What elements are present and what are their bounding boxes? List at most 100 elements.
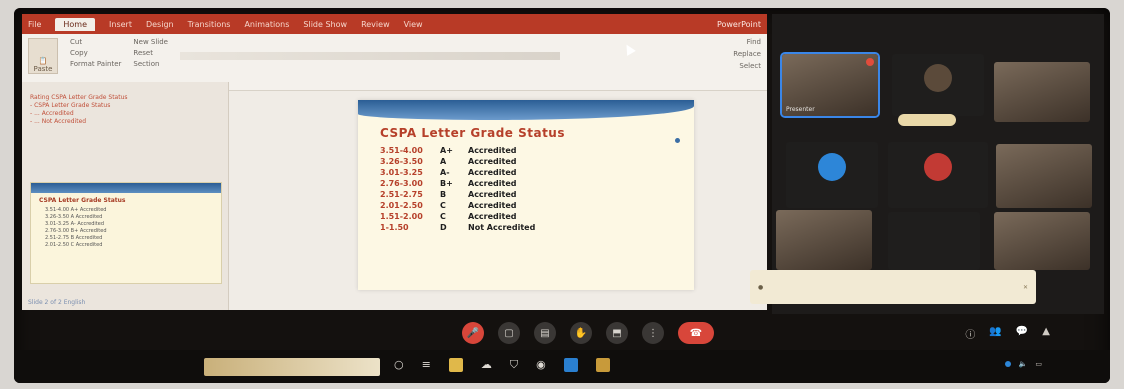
call-controls: 🎤 ▢ ▤ ✋ ⬒ ⋮ ☎ xyxy=(462,322,714,344)
select-button[interactable]: Select xyxy=(733,62,761,70)
search-icon[interactable]: ○ xyxy=(394,358,404,372)
grade-status: Accredited xyxy=(468,179,517,188)
mic-off-button[interactable]: 🎤 xyxy=(462,322,484,344)
grade-row: 2.51-2.75 B Accredited xyxy=(380,189,694,200)
store-icon[interactable]: ⛉ xyxy=(510,358,518,372)
file-explorer-icon[interactable] xyxy=(448,358,463,372)
document-title: PowerPoint xyxy=(716,19,761,29)
taskbar-search-input[interactable] xyxy=(204,358,380,376)
grade-letter: B xyxy=(440,190,447,199)
tab-file[interactable]: File xyxy=(28,20,41,29)
slide-thumbnail[interactable]: CSPA Letter Grade Status 3.51-4.00 A+ Ac… xyxy=(30,182,222,284)
activities-icon[interactable]: ▲ xyxy=(1042,326,1050,341)
participant-tile[interactable] xyxy=(888,212,980,270)
tab-home[interactable]: Home xyxy=(55,17,96,31)
slide-title: CSPA Letter Grade Status xyxy=(380,126,565,140)
tab-view[interactable]: View xyxy=(404,20,423,29)
captions-button[interactable]: ▤ xyxy=(534,322,556,344)
grade-letter: C xyxy=(440,201,446,210)
participant-tile[interactable] xyxy=(776,210,872,270)
present-button[interactable]: ⬒ xyxy=(606,322,628,344)
raise-hand-button[interactable]: ✋ xyxy=(570,322,592,344)
grade-row: 2.76-3.00 B+ Accredited xyxy=(380,178,694,189)
participant-tile[interactable] xyxy=(892,54,984,116)
paste-button[interactable]: 📋 Paste xyxy=(28,38,58,74)
system-tray: 🔈 ▭ xyxy=(1004,360,1050,368)
close-icon[interactable]: ✕ xyxy=(1023,284,1028,291)
font-formatting-toolbar[interactable] xyxy=(179,52,560,60)
cut-button[interactable]: Cut xyxy=(70,38,121,46)
tab-review[interactable]: Review xyxy=(361,20,390,29)
thumbnail-row: 3.51-4.00 A+ Accredited xyxy=(45,207,107,213)
grade-status: Accredited xyxy=(468,168,517,177)
grade-table: 3.51-4.00 A+ Accredited 3.26-3.50 A Accredite… xyxy=(358,145,694,233)
network-icon[interactable] xyxy=(1004,361,1011,367)
task-view-icon[interactable]: ≡ xyxy=(422,358,431,372)
slide-header-wave xyxy=(358,100,694,120)
copy-button[interactable]: Copy xyxy=(70,49,121,57)
main-slide[interactable]: CSPA Letter Grade Status 3.51-4.00 A+ Accr… xyxy=(358,100,694,290)
camera-button[interactable]: ▢ xyxy=(498,322,520,344)
meeting-control-bar: 🎤 ▢ ▤ ✋ ⬒ ⋮ ☎ ⓘ 👥 💬 ▲ xyxy=(14,318,1110,348)
files-icon[interactable] xyxy=(595,358,610,372)
tab-transitions[interactable]: Transitions xyxy=(188,20,231,29)
grade-range: 3.01-3.25 xyxy=(380,168,423,177)
participant-tile[interactable]: Presenter xyxy=(782,54,878,116)
participant-tile[interactable] xyxy=(996,144,1092,208)
new-slide-button[interactable]: New Slide xyxy=(133,38,168,46)
volume-icon[interactable]: 🔈 xyxy=(1019,360,1028,368)
chat-icon[interactable]: 💬 xyxy=(1016,326,1028,341)
status-bar-text: Slide 2 of 2 English xyxy=(28,299,86,306)
more-options-button[interactable]: ⋮ xyxy=(642,322,664,344)
participant-tile[interactable] xyxy=(888,142,988,208)
info-icon[interactable]: ⓘ xyxy=(965,326,975,341)
grade-status: Accredited xyxy=(468,157,517,166)
section-button[interactable]: Section xyxy=(133,60,168,68)
replace-button[interactable]: Replace xyxy=(733,50,761,58)
grade-status: Accredited xyxy=(468,212,517,221)
participant-tile[interactable] xyxy=(786,142,878,208)
slide-bullet-marker xyxy=(675,138,680,143)
camera-icon: ▢ xyxy=(504,327,514,339)
grade-status: Accredited xyxy=(468,190,517,199)
grade-row: 1.51-2.00 C Accredited xyxy=(380,211,694,222)
notification-icon: ● xyxy=(758,283,764,291)
grade-letter: D xyxy=(440,223,447,232)
grade-range: 2.01-2.50 xyxy=(380,201,423,210)
edge-icon[interactable]: ☁ xyxy=(481,358,492,372)
slide-thumbnail-pane: Rating CSPA Letter Grade Status - CSPA L… xyxy=(22,82,229,310)
thumbnail-title: CSPA Letter Grade Status xyxy=(39,197,126,204)
side-controls: ⓘ 👥 💬 ▲ xyxy=(965,326,1050,341)
chrome-icon[interactable]: ◉ xyxy=(536,358,546,372)
slides-group: New Slide Reset Section xyxy=(133,38,168,68)
hand-icon: ✋ xyxy=(574,327,588,339)
present-icon: ⬒ xyxy=(612,327,622,339)
tab-slide-show[interactable]: Slide Show xyxy=(303,20,347,29)
participant-tile[interactable] xyxy=(994,212,1090,270)
phone-hangup-icon: ☎ xyxy=(689,327,703,339)
format-painter-button[interactable]: Format Painter xyxy=(70,60,121,68)
find-button[interactable]: Find xyxy=(733,38,761,46)
grade-range: 3.26-3.50 xyxy=(380,157,423,166)
tab-design[interactable]: Design xyxy=(146,20,174,29)
participant-name-chip xyxy=(898,114,956,126)
mail-icon[interactable] xyxy=(563,358,578,372)
thumbnail-header-band xyxy=(31,183,221,193)
participant-tile[interactable] xyxy=(994,62,1090,122)
grade-row: 2.01-2.50 C Accredited xyxy=(380,200,694,211)
thumbnail-row: 2.76-3.00 B+ Accredited xyxy=(45,228,107,234)
ribbon-tab-bar: File Home Insert Design Transitions Anim… xyxy=(22,14,767,34)
notes-text: Rating CSPA Letter Grade Status - CSPA L… xyxy=(30,94,216,184)
reset-button[interactable]: Reset xyxy=(133,49,168,57)
participant-avatar xyxy=(924,153,952,182)
participant-avatar xyxy=(818,153,846,182)
hang-up-button[interactable]: ☎ xyxy=(678,322,714,344)
battery-icon[interactable]: ▭ xyxy=(1035,360,1042,368)
grade-row: 3.26-3.50 A Accredited xyxy=(380,156,694,167)
notes-line: - CSPA Letter Grade Status xyxy=(30,102,111,109)
thumbnail-row: 2.51-2.75 B Accredited xyxy=(45,235,103,241)
grade-row: 3.51-4.00 A+ Accredited xyxy=(380,145,694,156)
people-icon[interactable]: 👥 xyxy=(989,326,1001,341)
tab-insert[interactable]: Insert xyxy=(109,20,132,29)
tab-animations[interactable]: Animations xyxy=(244,20,289,29)
